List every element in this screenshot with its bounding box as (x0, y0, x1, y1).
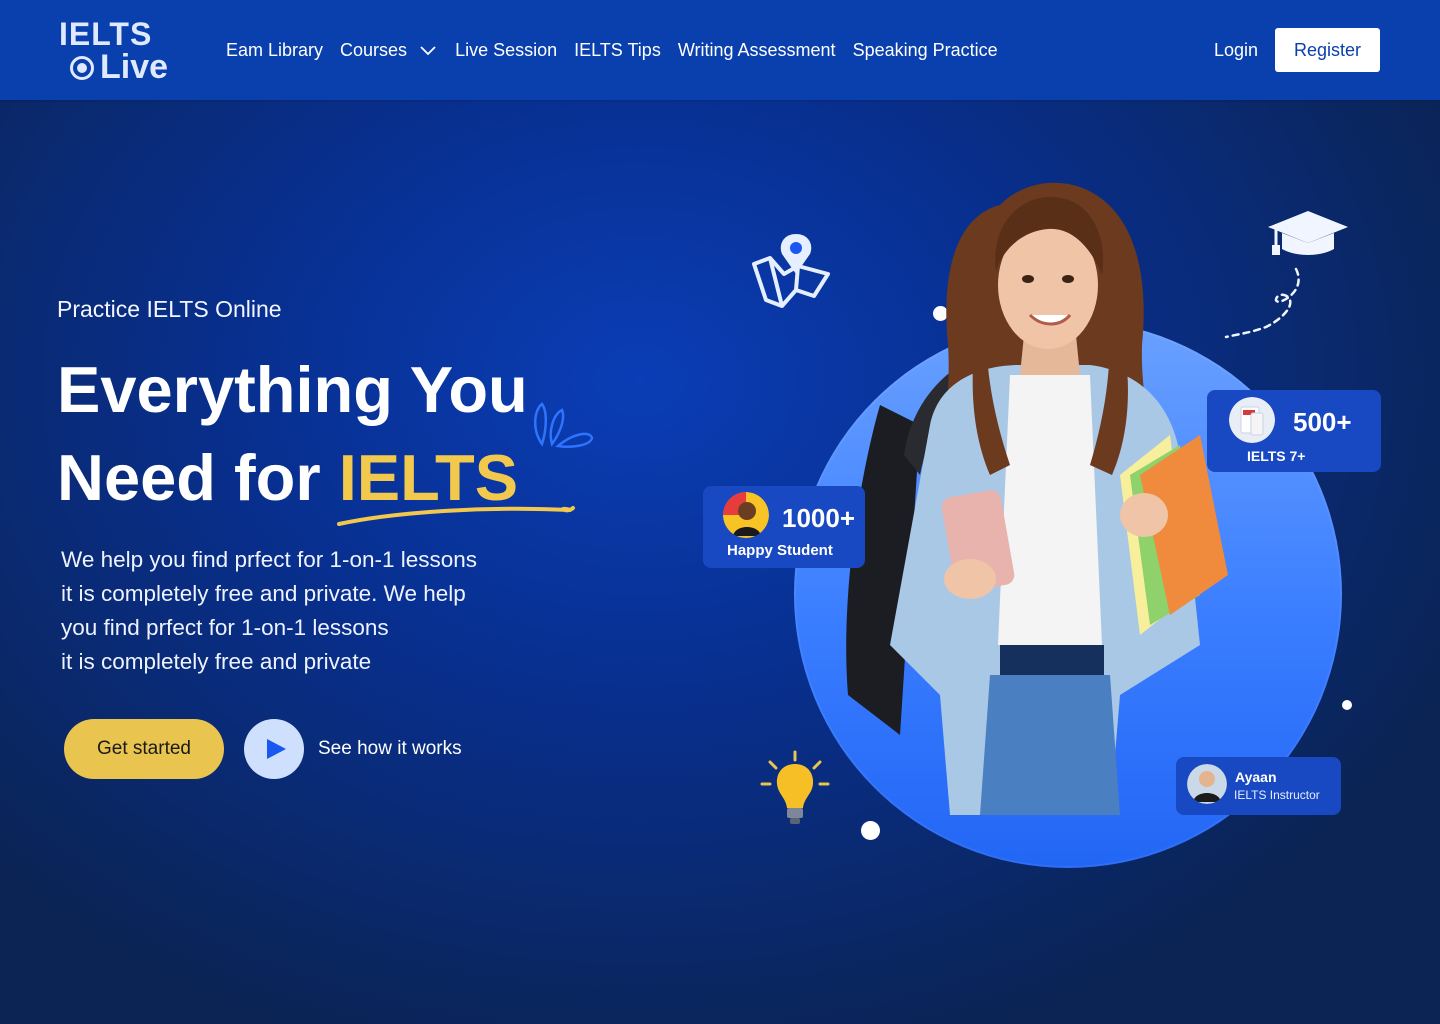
nav-link-speaking-practice[interactable]: Speaking Practice (853, 38, 998, 62)
description-line: you find prfect for 1-on-1 lessons (61, 615, 389, 640)
nav-link-live-session[interactable]: Live Session (455, 38, 557, 62)
logo[interactable]: IELTS Live (58, 16, 178, 86)
get-started-button[interactable]: Get started (64, 719, 224, 779)
hero-description: We help you find prfect for 1-on-1 lesso… (61, 543, 541, 679)
decor-dot (861, 821, 880, 840)
nav-link-ielts-tips[interactable]: IELTS Tips (574, 38, 661, 62)
decor-dot (1342, 700, 1352, 710)
register-button[interactable]: Register (1275, 28, 1380, 72)
description-line: it is completely free and private (61, 649, 372, 674)
description-line: it is completely free and private. We he… (61, 581, 466, 606)
logo-wordmark-top: IELTS (59, 16, 153, 52)
chevron-down-icon[interactable] (419, 41, 437, 59)
student-illustration (846, 182, 1228, 815)
description-line: We help you find prfect for 1-on-1 lesso… (61, 547, 478, 572)
see-how-it-works-link[interactable]: See how it works (318, 737, 462, 761)
ielts-score-card: 500+ IELTS 7+ (1207, 390, 1381, 472)
login-link[interactable]: Login (1214, 38, 1258, 62)
navbar: IELTS Live Eam Library Courses Live Sess… (0, 0, 1440, 100)
graduation-cap-icon (1224, 211, 1348, 339)
hero-eyebrow: Practice IELTS Online (57, 296, 282, 322)
nav-link-writing-assessment[interactable]: Writing Assessment (678, 38, 836, 62)
logo-wordmark-bottom: Live (100, 48, 169, 86)
nav-link-courses[interactable]: Courses (340, 38, 407, 62)
student-avatar (723, 492, 769, 538)
sparkle-icon (534, 402, 594, 448)
ielts-book-avatar (1229, 397, 1275, 443)
headline-underline-icon (337, 506, 575, 526)
lightbulb-icon (760, 750, 830, 824)
logo-ring-icon (70, 56, 94, 80)
happy-students-card: 1000+ Happy Student (703, 486, 865, 568)
play-icon (267, 739, 286, 759)
play-video-button[interactable] (244, 719, 304, 779)
headline-line-2-prefix: Need for (57, 441, 339, 514)
students-count: 1000+ (782, 503, 856, 533)
map-pin-icon (752, 234, 830, 308)
ielts-label: IELTS 7+ (1247, 448, 1306, 464)
instructor-avatar (1187, 764, 1227, 804)
main-nav: Eam Library Courses Live Session IELTS T… (226, 38, 1015, 62)
ielts-count: 500+ (1293, 407, 1352, 437)
students-label: Happy Student (727, 542, 833, 559)
nav-link-exam-library[interactable]: Eam Library (226, 38, 323, 62)
instructor-name: Ayaan (1235, 769, 1277, 785)
instructor-role: IELTS Instructor (1234, 788, 1320, 802)
instructor-card: Ayaan IELTS Instructor (1176, 757, 1341, 815)
headline-line-1: Everything You (57, 353, 528, 426)
